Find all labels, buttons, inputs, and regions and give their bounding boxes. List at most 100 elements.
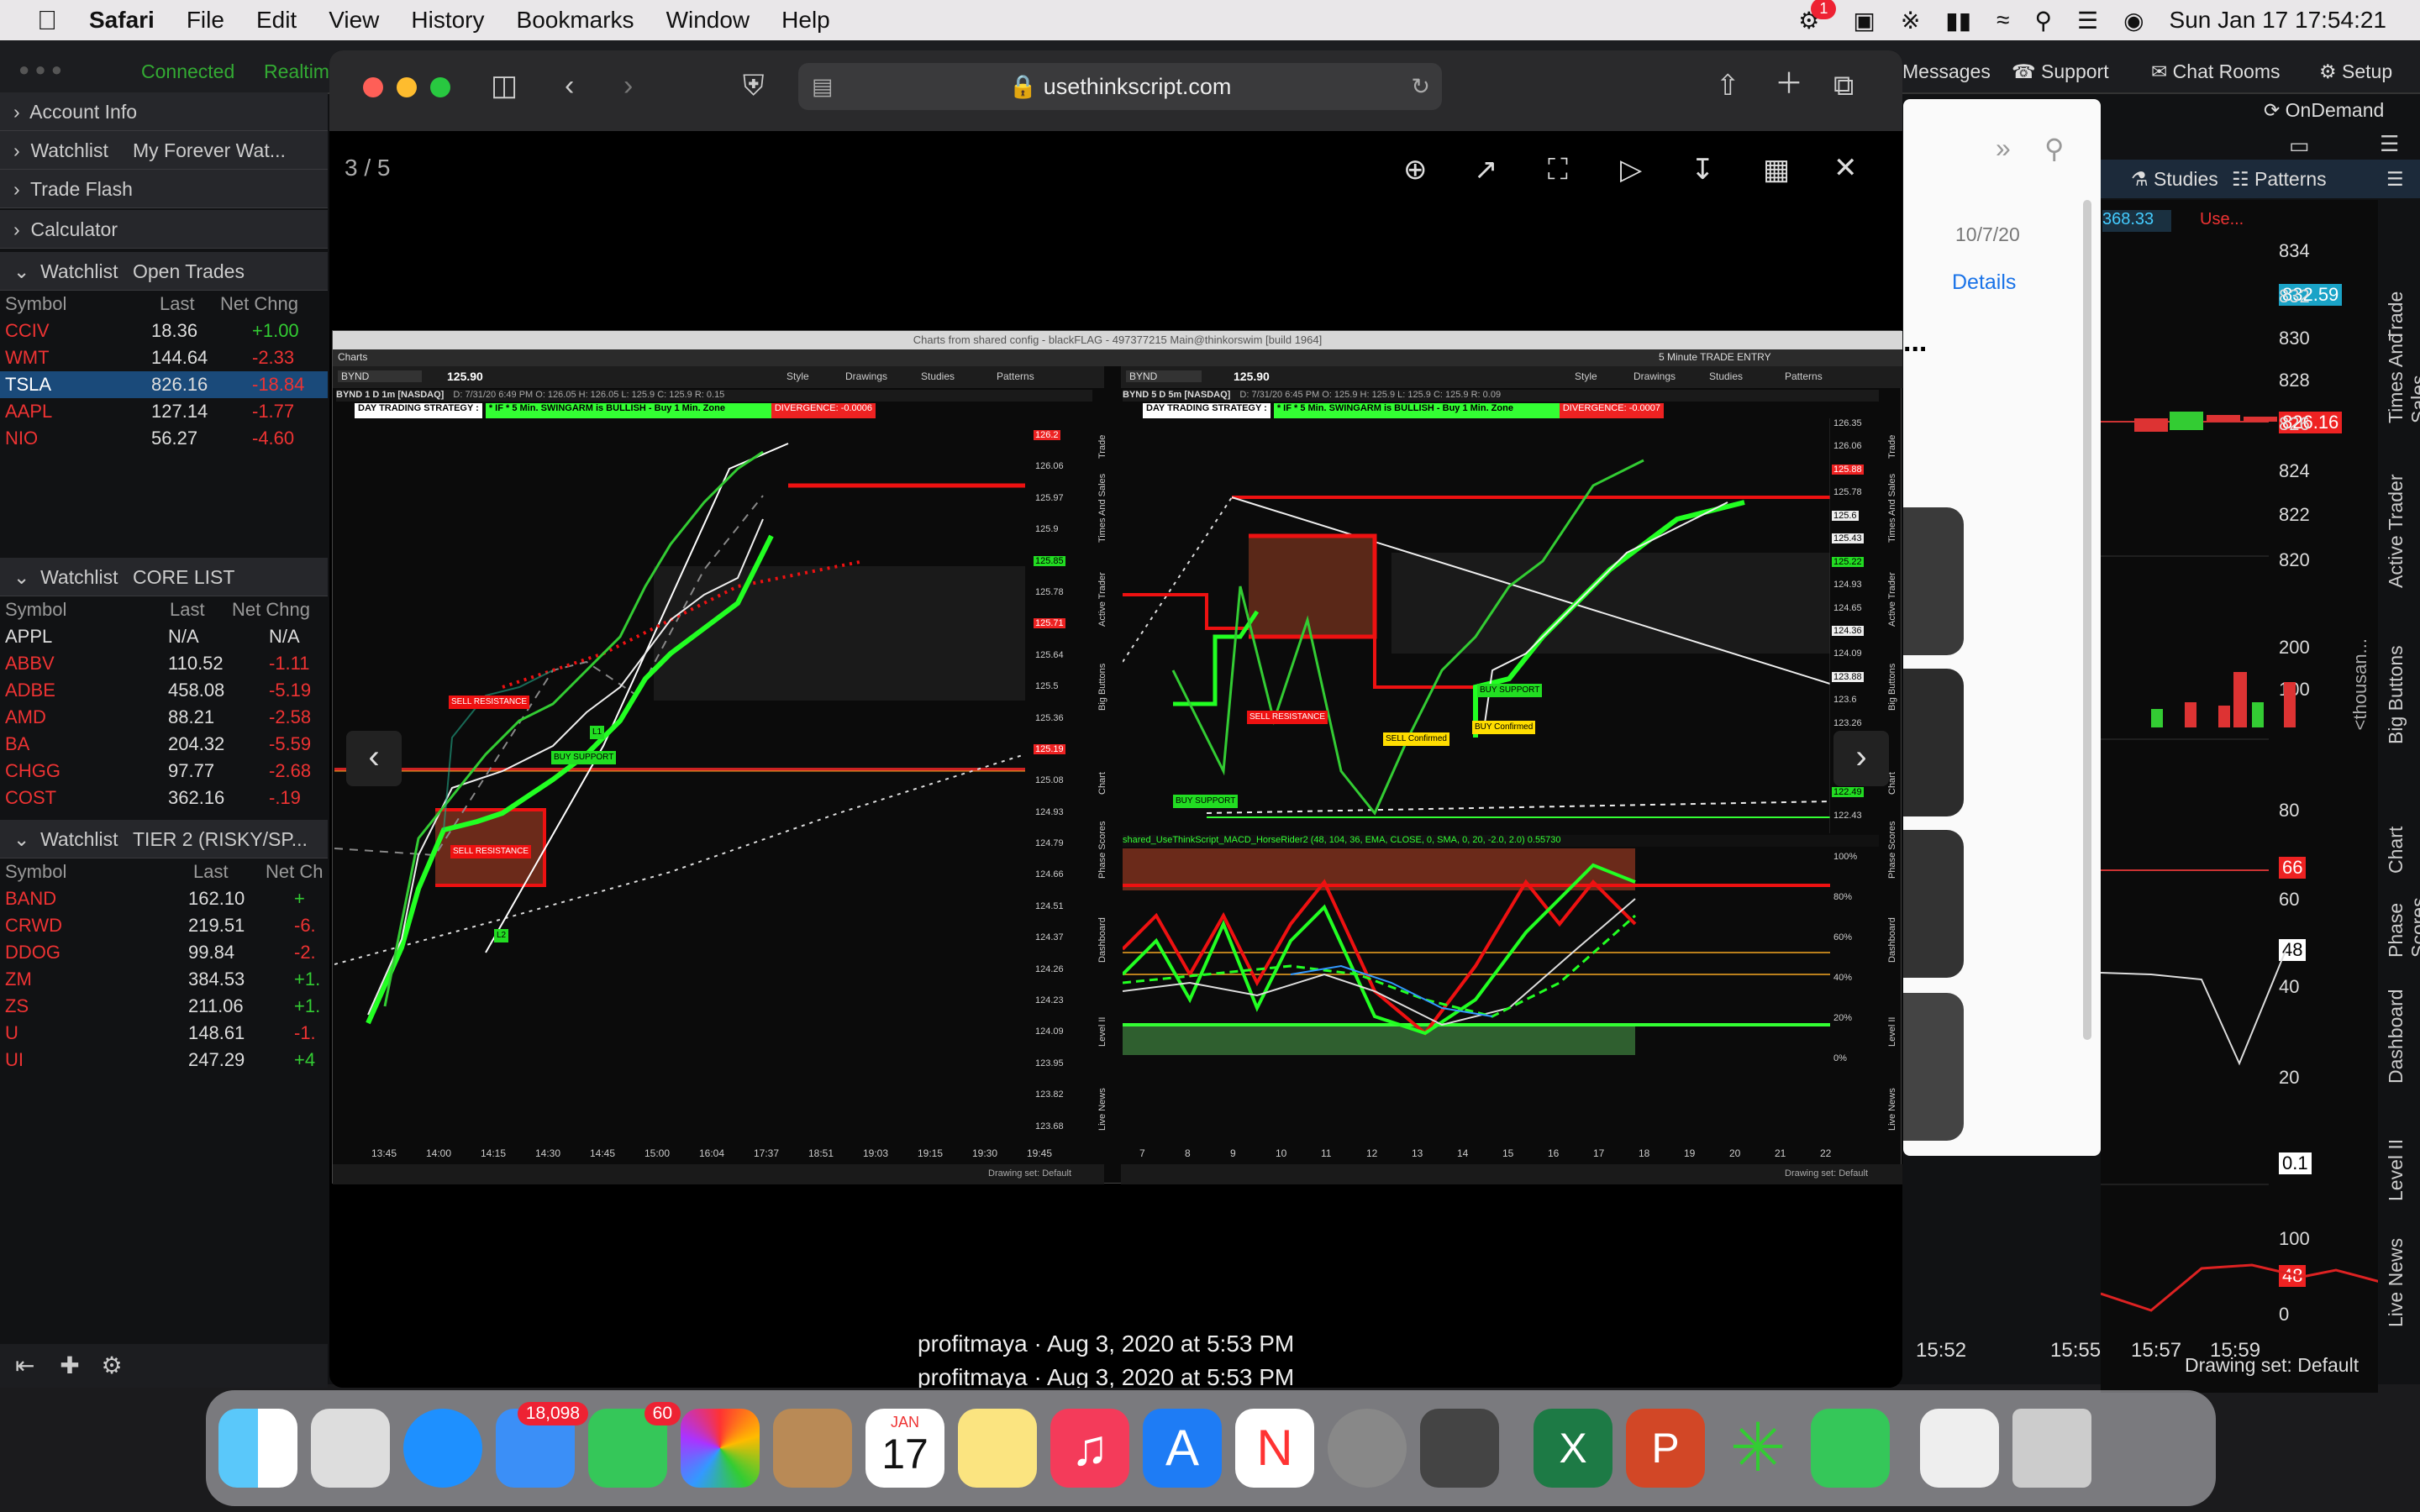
open-external-icon[interactable]: ↗ bbox=[1474, 153, 1498, 186]
watchlist-section[interactable]: › Watchlist My Forever Wat... bbox=[0, 131, 328, 170]
previous-image-button[interactable]: ‹ bbox=[346, 731, 402, 786]
vertical-tab[interactable]: Live News bbox=[2385, 1210, 2407, 1327]
mail-icon[interactable]: 18,098 bbox=[496, 1402, 588, 1488]
vertical-tab[interactable]: Big Buttons bbox=[2385, 627, 2407, 744]
right-symbol-input[interactable]: BYND bbox=[1126, 370, 1202, 382]
thumbnail[interactable] bbox=[1903, 507, 1964, 655]
col-symbol[interactable]: Symbol bbox=[5, 858, 66, 885]
spotlight-icon[interactable]: ⚲ bbox=[2034, 7, 2052, 34]
studies-menu-2[interactable]: Studies bbox=[1709, 370, 1743, 382]
notes-icon[interactable] bbox=[958, 1409, 1037, 1488]
menu-history[interactable]: History bbox=[411, 7, 484, 34]
chart-vertical-tab[interactable]: Dashboard bbox=[1097, 887, 1107, 963]
powerpoint-icon[interactable]: P bbox=[1626, 1409, 1705, 1488]
right-chart-drawing-set[interactable]: Drawing set: Default bbox=[1785, 1168, 1868, 1179]
vertical-tab[interactable]: Dashboard bbox=[2385, 966, 2407, 1084]
share-icon[interactable]: ⇧ bbox=[1716, 69, 1740, 102]
calendar-icon[interactable]: JAN 17 bbox=[865, 1409, 944, 1488]
watchlist-row[interactable]: BA 204.32 -5.59 bbox=[0, 731, 328, 758]
finder-icon[interactable] bbox=[218, 1409, 297, 1488]
apple-icon[interactable]:  bbox=[37, 5, 57, 36]
address-bar[interactable]: ▤ 🔒 usethinkscript.com ↻ bbox=[798, 63, 1442, 110]
chart-vertical-tab[interactable]: Big Buttons bbox=[1097, 635, 1107, 711]
chart-vertical-tab[interactable]: Big Buttons bbox=[1887, 635, 1897, 711]
chat-rooms-button[interactable]: ✉ Chat Rooms bbox=[2151, 60, 2281, 83]
menu-window[interactable]: Window bbox=[666, 7, 750, 34]
sidebar-icon[interactable]: ◫ bbox=[491, 69, 518, 102]
macd-plot[interactable] bbox=[1123, 848, 1830, 1057]
account-info-section[interactable]: › Account Info bbox=[0, 92, 328, 131]
menu-file[interactable]: File bbox=[187, 7, 224, 34]
vertical-tab[interactable]: Phase Scores bbox=[2385, 840, 2420, 958]
thinkorswim-icon[interactable]: ✳ bbox=[1718, 1409, 1797, 1488]
chart-vertical-tab[interactable]: Active Trader bbox=[1887, 551, 1897, 627]
zoom-window-button[interactable] bbox=[430, 77, 450, 97]
vertical-tab[interactable]: Active Trader bbox=[2385, 470, 2407, 589]
menu-app-name[interactable]: Safari bbox=[89, 7, 155, 34]
chart-vertical-tab[interactable]: Chart bbox=[1097, 719, 1107, 795]
wifi-icon[interactable]: ≈ bbox=[1996, 7, 2009, 34]
menu-bookmarks[interactable]: Bookmarks bbox=[517, 7, 634, 34]
chart-vertical-tab[interactable]: Trade bbox=[1887, 383, 1897, 459]
facetime-icon[interactable] bbox=[1811, 1409, 1890, 1488]
left-drawing-set[interactable]: Drawing set: Default bbox=[988, 1168, 1071, 1179]
trade-flash-section[interactable]: › Trade Flash bbox=[0, 170, 328, 208]
right-chart-plot[interactable] bbox=[1123, 418, 1830, 833]
add-icon[interactable]: ✚ bbox=[60, 1352, 79, 1378]
details-link[interactable]: Details bbox=[1952, 270, 2016, 295]
watchlist-row[interactable]: DDOG 99.84 -2. bbox=[0, 939, 328, 966]
chart-vertical-tab[interactable]: Level II bbox=[1097, 971, 1107, 1047]
tier2-header[interactable]: ⌄ Watchlist TIER 2 (RISKY/SP... bbox=[0, 820, 328, 858]
patterns-menu-2[interactable]: Patterns bbox=[1785, 370, 1823, 382]
open-trades-name[interactable]: Open Trades bbox=[133, 252, 245, 291]
news-icon[interactable]: N bbox=[1235, 1409, 1314, 1488]
studies-menu[interactable]: Studies bbox=[921, 370, 955, 382]
watchlist-row[interactable]: WMT 144.64 -2.33 bbox=[0, 344, 328, 371]
chart-vertical-tab[interactable]: Phase Scores bbox=[1097, 803, 1107, 879]
watchlist-row[interactable]: ABBV 110.52 -1.11 bbox=[0, 650, 328, 677]
support-button[interactable]: ☎ Support bbox=[2012, 60, 2109, 83]
calculator-section[interactable]: › Calculator bbox=[0, 210, 328, 249]
bluetooth-icon[interactable]: ※ bbox=[1901, 7, 1920, 34]
thumbnail[interactable] bbox=[1903, 830, 1964, 978]
new-tab-icon[interactable]: ＋ bbox=[1775, 67, 1803, 101]
core-list-name[interactable]: CORE LIST bbox=[133, 558, 234, 596]
chart-vertical-tab[interactable]: Trade bbox=[1097, 383, 1107, 459]
scrollbar[interactable] bbox=[2083, 200, 2091, 1040]
col-net-change[interactable]: Net Chng bbox=[220, 291, 298, 318]
col-net-change[interactable]: Net Chng bbox=[232, 596, 310, 623]
watchlist-row[interactable]: CRWD 219.51 -6. bbox=[0, 912, 328, 939]
expand-icon[interactable]: » bbox=[1996, 133, 2011, 164]
downloads-stack-icon[interactable] bbox=[1920, 1409, 1999, 1488]
search-icon[interactable]: ⚲ bbox=[2044, 133, 2064, 165]
right-drawing-set[interactable]: Drawing set: Default bbox=[2185, 1354, 2359, 1377]
chart-vertical-tab[interactable]: Dashboard bbox=[1887, 887, 1897, 963]
messages-button[interactable]: Messages bbox=[1902, 60, 1991, 83]
chart-vertical-tab[interactable]: Live News bbox=[1887, 1055, 1897, 1131]
safari-icon[interactable] bbox=[403, 1409, 482, 1488]
zoom-in-icon[interactable]: ⊕ bbox=[1403, 153, 1428, 186]
ondemand-button[interactable]: ⟳ OnDemand bbox=[2264, 99, 2384, 122]
charts-tab[interactable]: Charts bbox=[338, 351, 367, 363]
style-menu-2[interactable]: Style bbox=[1575, 370, 1597, 382]
menu-edit[interactable]: Edit bbox=[256, 7, 297, 34]
col-last[interactable]: Last bbox=[193, 858, 229, 885]
shield-icon[interactable]: ⛨ bbox=[743, 69, 765, 102]
watchlist-row[interactable]: U 148.61 -1. bbox=[0, 1020, 328, 1047]
patterns-menu[interactable]: Patterns bbox=[997, 370, 1034, 382]
collapse-icon[interactable]: ⇤ bbox=[15, 1352, 34, 1378]
vertical-tab[interactable]: Level II bbox=[2385, 1084, 2407, 1201]
close-window-button[interactable] bbox=[363, 77, 383, 97]
menu-help[interactable]: Help bbox=[781, 7, 830, 34]
contacts-icon[interactable] bbox=[773, 1409, 852, 1488]
watchlist-row[interactable]: UI 247.29 +4 bbox=[0, 1047, 328, 1074]
menu-icon[interactable]: ☰ bbox=[2386, 168, 2404, 191]
launchpad-icon[interactable] bbox=[311, 1409, 390, 1488]
patterns-button[interactable]: ☷ Patterns bbox=[2232, 168, 2327, 191]
excel-icon[interactable]: X bbox=[1534, 1409, 1612, 1488]
clock[interactable]: Sun Jan 17 17:54:21 bbox=[2170, 7, 2386, 34]
next-image-button[interactable]: › bbox=[1833, 731, 1889, 786]
watchlist-row[interactable]: ZS 211.06 +1. bbox=[0, 993, 328, 1020]
watchlist-row[interactable]: BAND 162.10 + bbox=[0, 885, 328, 912]
core-list-header[interactable]: ⌄ Watchlist CORE LIST bbox=[0, 558, 328, 596]
